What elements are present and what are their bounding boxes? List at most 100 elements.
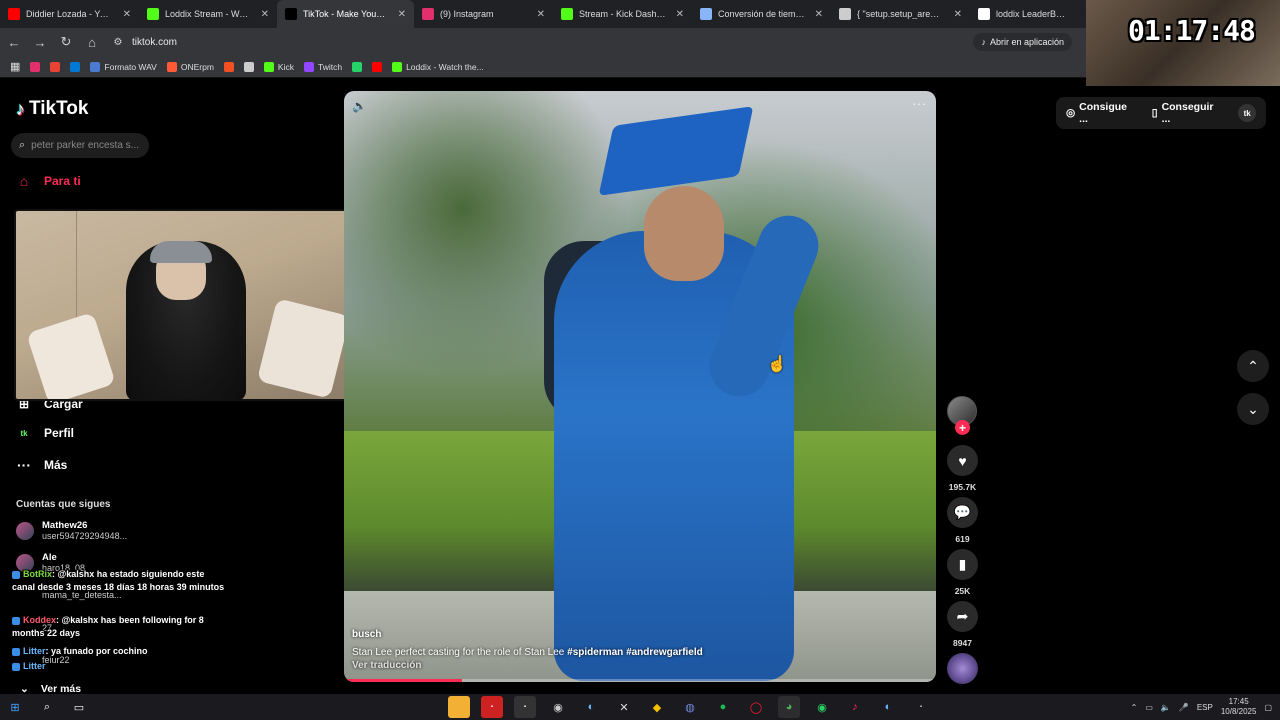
browser-tab-title: (9) Instagram — [440, 9, 494, 19]
tiktok-icon — [285, 8, 297, 20]
spotify-icon[interactable]: ● — [712, 696, 734, 718]
webcam-pillow — [26, 312, 116, 399]
language-indicator[interactable]: ESP — [1197, 703, 1213, 712]
browser-tab[interactable]: Diddier Lozada - YouTube ✕ — [0, 0, 139, 28]
clock[interactable]: 17:45 10/8/2025 — [1221, 697, 1257, 717]
close-tab-icon[interactable]: ✕ — [954, 9, 962, 20]
comment-count: 619 — [955, 534, 970, 544]
like-button[interactable]: ♥ — [947, 445, 978, 476]
next-video-button[interactable]: ⌄ — [1237, 393, 1269, 425]
browser-tab-title: loddix LeaderBoard — [996, 9, 1070, 19]
task-view-icon[interactable]: ▭ — [68, 696, 90, 718]
browser-tab[interactable]: Stream - Kick Dashboard ✕ — [553, 0, 692, 28]
volume-icon[interactable]: 🔈 — [1161, 703, 1171, 712]
steam-icon[interactable]: ◐ — [580, 696, 602, 718]
app-icon[interactable]: ✕ — [613, 696, 635, 718]
previous-video-button[interactable]: ⌃ — [1237, 350, 1269, 382]
steam-icon[interactable]: ◐ — [877, 696, 899, 718]
apps-grid-icon[interactable]: ▦ — [0, 60, 25, 73]
browser-tab[interactable]: Loddix Stream - Watch Live ✕ — [139, 0, 277, 28]
browser-tab[interactable]: loddix LeaderBoard — [970, 0, 1078, 28]
bookmark-item[interactable] — [45, 61, 65, 72]
close-tab-icon[interactable]: ✕ — [398, 9, 406, 20]
video-author[interactable]: busch — [352, 629, 381, 640]
chat-message: Litter: ya funado por cochino — [12, 645, 227, 658]
browser-tab[interactable]: TikTok - Make Your Day ✕ — [277, 0, 414, 28]
document-icon — [839, 8, 851, 20]
nav-more[interactable]: ··· Más — [16, 457, 67, 473]
nav-profile-label: Perfil — [44, 426, 75, 440]
bookmark-item[interactable]: Formato WAV — [85, 61, 161, 72]
browser-tab[interactable]: Conversión de tiempo ✕ — [692, 0, 831, 28]
whatsapp-icon[interactable]: ◉ — [811, 696, 833, 718]
epic-games-icon[interactable]: ▪ — [514, 696, 536, 718]
user-avatar[interactable]: tk — [1238, 104, 1257, 122]
close-tab-icon[interactable]: ✕ — [815, 9, 823, 20]
tiktok-icon[interactable]: ♪ — [844, 696, 866, 718]
nav-for-you[interactable]: ⌂ Para ti — [16, 173, 81, 189]
search-icon[interactable]: ⌕ — [36, 696, 58, 718]
microphone-icon[interactable]: 🎤 — [1179, 703, 1189, 712]
nav-profile[interactable]: tk Perfil — [16, 425, 74, 441]
close-tab-icon[interactable]: ✕ — [123, 9, 131, 20]
browser-tab[interactable]: (9) Instagram ✕ — [414, 0, 553, 28]
browser-tab[interactable]: { "setup.setup_area_min_p ✕ — [831, 0, 970, 28]
close-tab-icon[interactable]: ✕ — [261, 9, 269, 20]
save-button[interactable]: ▮ — [947, 549, 978, 580]
tiktok-logo[interactable]: ♪ TikTok — [16, 98, 88, 120]
bookmark-item[interactable]: Kick — [259, 61, 299, 72]
discord-icon[interactable]: ◍ — [679, 696, 701, 718]
video-progress-bar[interactable] — [344, 679, 936, 682]
address-bar-row: ← → ↻ ⌂ ⚙ tiktok.com ♪ Abrir en aplicaci… — [0, 28, 1090, 56]
volume-icon[interactable]: 🔈 — [352, 99, 367, 113]
follow-plus-icon[interactable]: + — [955, 420, 970, 435]
webcam-pillow — [256, 298, 351, 399]
nav-more-label: Más — [44, 458, 68, 472]
heart-icon: ♥ — [958, 452, 967, 469]
hashtag-link[interactable]: #andrewgarfield — [626, 647, 703, 658]
get-coins-button[interactable]: ◎ Consigue ... — [1066, 101, 1138, 125]
following-item[interactable]: Mathew26 user594729294948... — [16, 520, 127, 542]
bookmark-item[interactable]: Loddix - Watch the... — [387, 61, 489, 72]
site-info-icon[interactable]: ⚙ — [106, 30, 130, 54]
get-app-button[interactable]: ▯ Conseguir ... — [1152, 101, 1224, 125]
network-icon[interactable]: ▭ — [1145, 703, 1153, 712]
following-name: Mathew26 — [42, 520, 88, 531]
music-disc-icon[interactable] — [947, 653, 978, 684]
bookmark-item[interactable] — [367, 61, 387, 72]
notification-icon[interactable]: ▢ — [1264, 703, 1272, 712]
share-button[interactable]: ➦ — [947, 601, 978, 632]
hashtag-link[interactable]: #spiderman — [567, 647, 623, 658]
close-tab-icon[interactable]: ✕ — [537, 9, 545, 20]
bookmark-item[interactable] — [347, 61, 367, 72]
epic-games-icon[interactable]: ▪ — [910, 696, 932, 718]
home-icon[interactable]: ⌂ — [80, 30, 104, 54]
shield-icon[interactable]: ◆ — [646, 696, 668, 718]
open-in-app-button[interactable]: ♪ Abrir en aplicación — [973, 33, 1072, 51]
comment-button[interactable]: 💬 — [947, 497, 978, 528]
bookmark-item[interactable] — [239, 61, 259, 72]
see-translation-link[interactable]: Ver traducción — [352, 660, 421, 671]
bookmark-item[interactable]: ONErpm — [162, 61, 219, 72]
bookmark-item[interactable] — [65, 61, 85, 72]
back-icon[interactable]: ← — [2, 30, 26, 54]
reload-icon[interactable]: ↻ — [54, 30, 78, 54]
bookmark-item[interactable] — [219, 61, 239, 72]
opera-icon[interactable]: ◯ — [745, 696, 767, 718]
forward-icon[interactable]: → — [28, 30, 52, 54]
obs-icon[interactable]: ◉ — [547, 696, 569, 718]
bookmark-item[interactable]: Twitch — [299, 61, 347, 72]
comment-icon: 💬 — [953, 504, 972, 520]
voice-app-icon[interactable]: ▪ — [481, 696, 503, 718]
chrome-icon[interactable]: ◕ — [778, 696, 800, 718]
windows-start-icon[interactable]: ⊞ — [4, 696, 26, 718]
more-options-icon[interactable]: ··· — [912, 95, 926, 111]
search-input[interactable]: ⌕ peter parker encesta s... — [11, 133, 149, 158]
url-input[interactable]: tiktok.com — [132, 37, 177, 48]
chevron-up-icon[interactable]: ⌃ — [1131, 703, 1138, 712]
file-explorer-icon[interactable] — [448, 696, 470, 718]
close-tab-icon[interactable]: ✕ — [676, 9, 684, 20]
search-placeholder: peter parker encesta s... — [31, 140, 140, 151]
video-player[interactable]: 🔈 ··· busch Stan Lee perfect casting for… — [344, 91, 936, 682]
bookmark-item[interactable] — [25, 61, 45, 72]
